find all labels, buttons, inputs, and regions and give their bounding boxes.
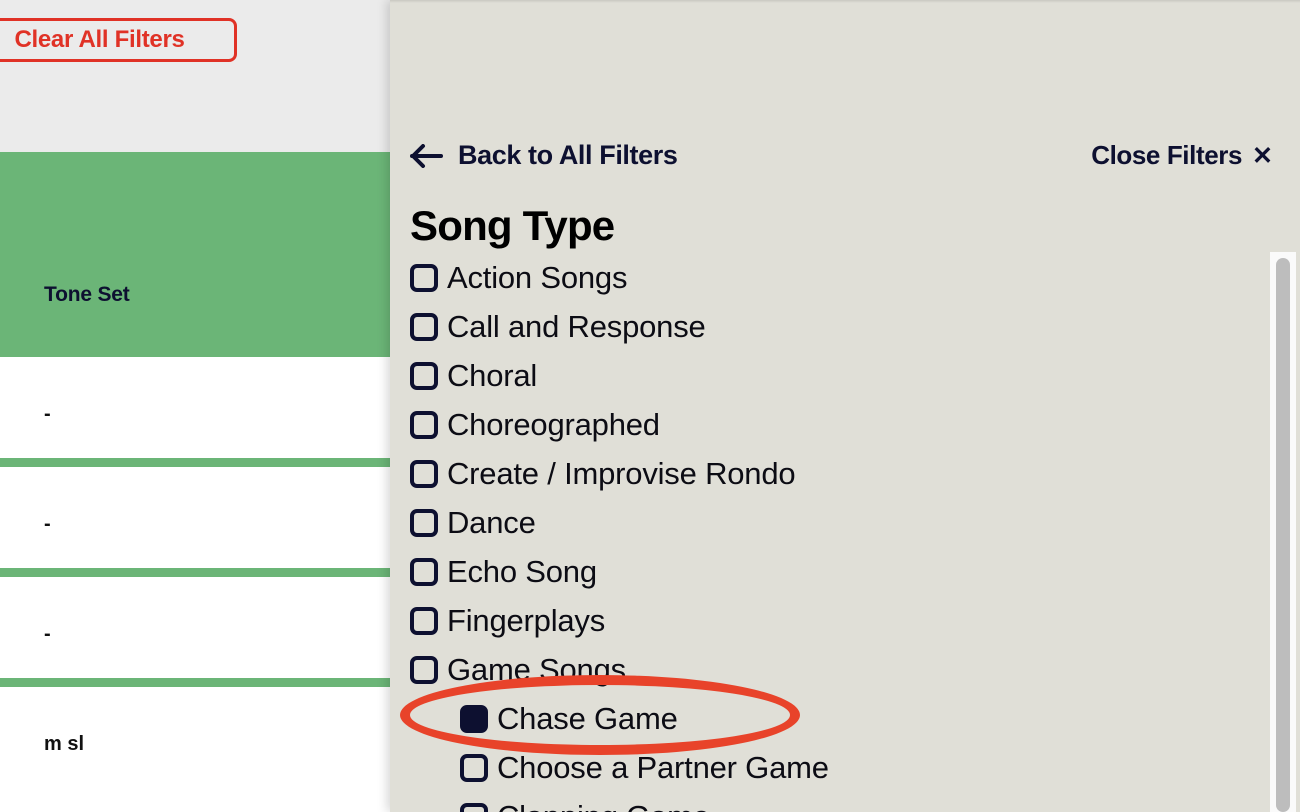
- filter-option-label: Action Songs: [447, 259, 628, 295]
- close-x-icon: ✕: [1252, 142, 1273, 170]
- filter-option-label: Echo Song: [447, 553, 597, 589]
- drawer-header: Back to All Filters Close Filters ✕: [390, 140, 1300, 198]
- filter-option-label: Dance: [447, 504, 536, 540]
- checkbox-unchecked-icon[interactable]: [460, 753, 488, 782]
- checkbox-unchecked-icon[interactable]: [410, 557, 438, 586]
- filter-toolbar: Clear All Filters: [0, 0, 392, 152]
- filter-option-label: Chase Game: [497, 700, 678, 736]
- drawer-scrollbar[interactable]: [1270, 252, 1296, 812]
- filter-option-label: Clapping Game: [497, 799, 710, 812]
- filter-option-row[interactable]: Choose a Partner Game: [410, 743, 1270, 792]
- filter-option-row[interactable]: Clapping Game: [410, 792, 1270, 812]
- checkbox-unchecked-icon[interactable]: [410, 263, 438, 292]
- filter-option-row[interactable]: Choreographed: [410, 400, 1270, 449]
- checkbox-unchecked-icon[interactable]: [410, 459, 438, 488]
- table-cell-tone-set: m sl: [44, 733, 85, 755]
- filter-option-label: Choral: [447, 357, 538, 393]
- filter-option-row[interactable]: Dance: [410, 498, 1270, 547]
- filter-option-row[interactable]: Echo Song: [410, 547, 1270, 596]
- checkbox-unchecked-icon[interactable]: [410, 410, 438, 439]
- filter-option-row[interactable]: Chase Game: [410, 694, 1270, 743]
- checkbox-unchecked-icon[interactable]: [410, 361, 438, 390]
- filter-option-row[interactable]: Call and Response: [410, 302, 1270, 351]
- table-cell-tone-set: -: [44, 403, 51, 425]
- filter-option-row[interactable]: Action Songs: [410, 253, 1270, 302]
- table-column-header-label: Tone Set: [44, 283, 130, 306]
- checkbox-unchecked-icon[interactable]: [410, 655, 438, 684]
- filter-drawer-panel: Back to All Filters Close Filters ✕ Song…: [390, 0, 1300, 812]
- filter-option-row[interactable]: Game Songs: [410, 645, 1270, 694]
- drawer-top-shadow: [390, 0, 1300, 3]
- drawer-scrollbar-thumb[interactable]: [1276, 258, 1290, 812]
- background-app-pane: Clear All Filters Tone Set - - - m sl: [0, 0, 392, 812]
- close-filters-label: Close Filters: [1091, 140, 1243, 170]
- close-filters-button[interactable]: Close Filters ✕: [1091, 140, 1273, 171]
- back-to-all-filters-button[interactable]: Back to All Filters: [410, 140, 678, 171]
- filter-option-row[interactable]: Choral: [410, 351, 1270, 400]
- filter-option-label: Choose a Partner Game: [497, 749, 829, 785]
- screen-root: Clear All Filters Tone Set - - - m sl Ba…: [0, 0, 1300, 812]
- song-type-option-list: Action Songs Call and Response Choral Chore…: [410, 253, 1270, 812]
- checkbox-checked-icon[interactable]: [460, 704, 488, 733]
- arrow-left-icon: [410, 143, 443, 168]
- table-row[interactable]: m sl: [0, 687, 392, 807]
- filter-option-row[interactable]: Fingerplays: [410, 596, 1270, 645]
- filter-option-label: Call and Response: [447, 308, 706, 344]
- checkbox-unchecked-icon[interactable]: [410, 508, 438, 537]
- checkbox-unchecked-icon[interactable]: [460, 802, 488, 812]
- table-row[interactable]: -: [0, 467, 392, 577]
- table-row[interactable]: -: [0, 577, 392, 687]
- table-row[interactable]: -: [0, 357, 392, 467]
- table-header-tone-set: Tone Set: [0, 152, 392, 357]
- checkbox-unchecked-icon[interactable]: [410, 312, 438, 341]
- results-table: Tone Set - - - m sl: [0, 152, 392, 807]
- checkbox-unchecked-icon[interactable]: [410, 606, 438, 635]
- table-cell-tone-set: -: [44, 623, 51, 645]
- filter-option-label: Create / Improvise Rondo: [447, 455, 796, 491]
- clear-all-filters-button[interactable]: Clear All Filters: [0, 18, 237, 62]
- filter-option-row[interactable]: Create / Improvise Rondo: [410, 449, 1270, 498]
- back-to-all-filters-label: Back to All Filters: [458, 140, 678, 170]
- table-cell-tone-set: -: [44, 513, 51, 535]
- filter-section-title: Song Type: [410, 202, 615, 249]
- filter-option-label: Choreographed: [447, 406, 660, 442]
- filter-option-label: Fingerplays: [447, 602, 606, 638]
- filter-option-label: Game Songs: [447, 651, 626, 687]
